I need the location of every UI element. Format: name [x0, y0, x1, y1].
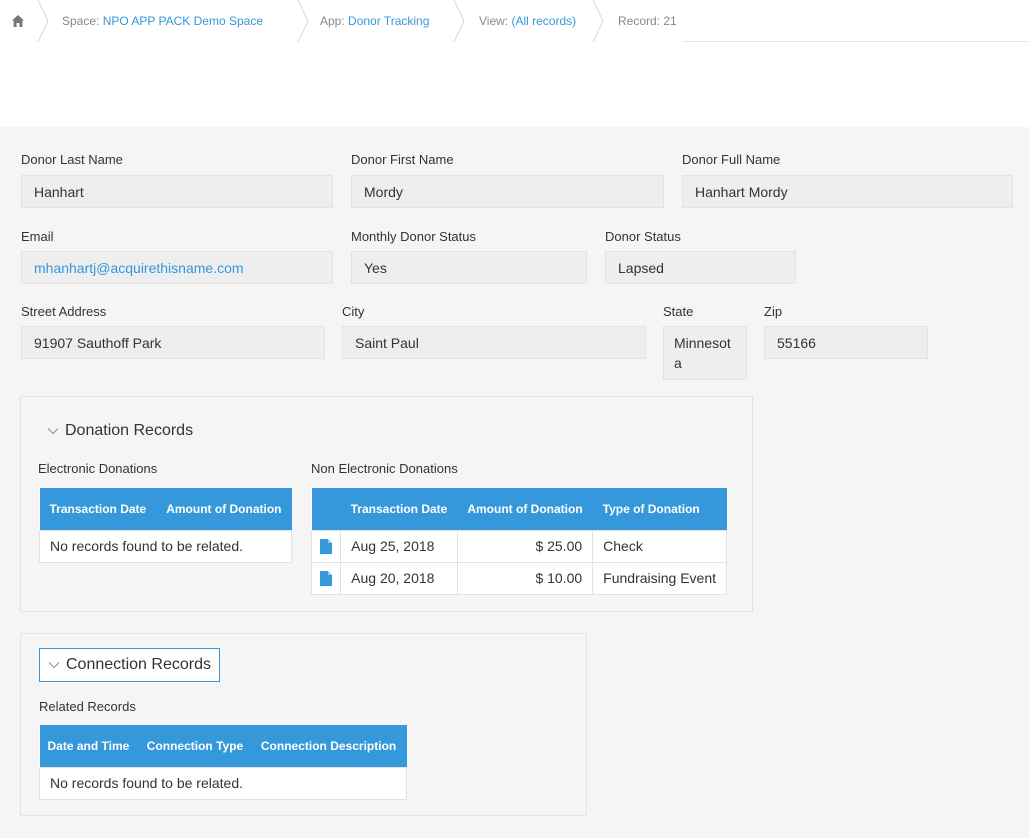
donor-first-name-label: Donor First Name — [351, 152, 454, 167]
table-header-row: Transaction Date Amount of Donation — [39, 488, 292, 530]
breadcrumb-separator-icon — [37, 0, 49, 42]
breadcrumb-app-prefix: App: — [320, 14, 349, 28]
column-header: Amount of Donation — [156, 488, 292, 530]
home-icon[interactable] — [11, 14, 25, 28]
zip-label: Zip — [764, 304, 783, 319]
electronic-donations-table: Transaction Date Amount of Donation No r… — [38, 488, 293, 563]
breadcrumb-space-prefix: Space: — [62, 14, 103, 28]
amount-cell: $ 25.00 — [456, 529, 594, 563]
breadcrumb-separator-icon — [592, 0, 604, 42]
breadcrumb: Space: NPO APP PACK Demo Space App: Dono… — [0, 0, 1029, 42]
connection-records-toggle[interactable]: Connection Records — [39, 648, 220, 682]
column-header: Connection Description — [252, 725, 407, 767]
record-details: Donor Last Name Hanhart Donor First Name… — [0, 127, 1029, 838]
column-header: Amount of Donation — [457, 488, 593, 530]
email-link[interactable]: mhanhartj@acquirethisname.com — [21, 251, 333, 284]
open-record-cell[interactable] — [310, 529, 342, 563]
breadcrumb-view-prefix: View: — [479, 14, 512, 28]
donation-records-title: Donation Records — [65, 422, 194, 439]
breadcrumb-divider — [682, 41, 1029, 42]
type-cell: Check — [592, 529, 727, 563]
column-header: Transaction Date — [340, 488, 458, 530]
breadcrumb-separator-icon — [453, 0, 465, 42]
monthly-donor-status-value: Yes — [351, 251, 587, 284]
column-header: Connection Type — [138, 725, 253, 767]
transaction-date-cell: Aug 25, 2018 — [340, 529, 458, 563]
chevron-down-icon — [47, 428, 59, 435]
breadcrumb-app-link[interactable]: Donor Tracking — [348, 14, 429, 28]
table-row: Aug 25, 2018 $ 25.00 Check — [310, 529, 727, 563]
transaction-date-cell: Aug 20, 2018 — [340, 561, 458, 595]
breadcrumb-view: View: (All records) — [479, 0, 576, 42]
breadcrumb-view-link[interactable]: (All records) — [511, 14, 576, 28]
document-icon[interactable] — [320, 539, 333, 555]
monthly-donor-status-label: Monthly Donor Status — [351, 229, 477, 244]
amount-cell: $ 10.00 — [456, 561, 594, 595]
email-label: Email — [21, 229, 54, 244]
donor-full-name-label: Donor Full Name — [682, 152, 781, 167]
zip-value: 55166 — [764, 326, 928, 359]
donation-records-group: Donation Records Electronic Donations Tr… — [20, 396, 753, 612]
type-cell: Fundraising Event — [592, 561, 727, 595]
donor-last-name-value: Hanhart — [21, 175, 333, 208]
breadcrumb-separator-icon — [297, 0, 309, 42]
donor-first-name-value: Mordy — [351, 175, 664, 208]
electronic-donations-label: Electronic Donations — [38, 461, 158, 476]
breadcrumb-space: Space: NPO APP PACK Demo Space — [62, 0, 263, 42]
table-header-row: Date and Time Connection Type Connection… — [39, 725, 407, 767]
connection-records-title: Connection Records — [66, 656, 211, 673]
empty-message: No records found to be related. — [38, 529, 293, 563]
related-records-label: Related Records — [39, 699, 136, 714]
state-label: State — [663, 304, 694, 319]
column-header: Type of Donation — [592, 488, 727, 530]
chevron-down-icon — [48, 662, 60, 669]
breadcrumb-app: App: Donor Tracking — [320, 0, 429, 42]
table-row: No records found to be related. — [38, 529, 293, 563]
street-address-label: Street Address — [21, 304, 107, 319]
state-value: Minnesota — [663, 326, 747, 380]
document-icon[interactable] — [320, 571, 333, 587]
donation-records-toggle[interactable]: Donation Records — [47, 419, 193, 443]
city-label: City — [342, 304, 365, 319]
breadcrumb-record: Record: 21 — [618, 14, 677, 28]
open-record-cell[interactable] — [310, 561, 342, 595]
connection-records-group: Connection Records Related Records Date … — [20, 633, 587, 816]
breadcrumb-space-link[interactable]: NPO APP PACK Demo Space — [103, 14, 263, 28]
table-row: Aug 20, 2018 $ 10.00 Fundraising Event — [310, 561, 727, 595]
table-header-row: Transaction Date Amount of Donation Type… — [311, 488, 727, 530]
table-row: No records found to be related. — [39, 766, 407, 800]
non-electronic-donations-label: Non Electronic Donations — [311, 461, 458, 476]
icon-column-header — [311, 488, 341, 530]
non-electronic-donations-table: Transaction Date Amount of Donation Type… — [310, 488, 727, 595]
donor-full-name-value: Hanhart Mordy — [682, 175, 1013, 208]
donor-status-value: Lapsed — [605, 251, 796, 284]
empty-message: No records found to be related. — [39, 766, 407, 800]
related-records-table: Date and Time Connection Type Connection… — [39, 725, 407, 800]
column-header: Transaction Date — [39, 488, 157, 530]
city-value: Saint Paul — [342, 326, 646, 359]
street-address-value: 91907 Sauthoff Park — [21, 326, 325, 359]
donor-last-name-label: Donor Last Name — [21, 152, 123, 167]
donor-status-label: Donor Status — [605, 229, 681, 244]
column-header: Date and Time — [39, 725, 139, 767]
